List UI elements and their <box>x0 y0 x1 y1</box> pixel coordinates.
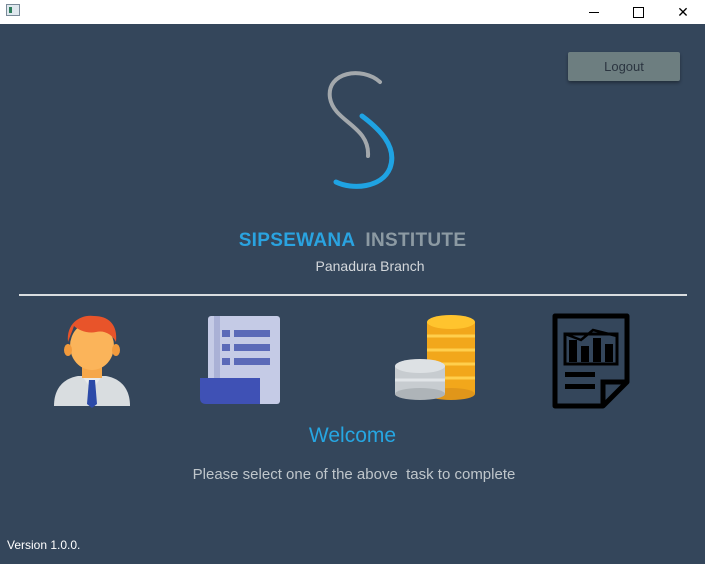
employee-icon <box>54 315 130 408</box>
minimize-button[interactable] <box>571 0 617 24</box>
task-employee[interactable] <box>52 312 132 408</box>
close-icon: ✕ <box>677 3 689 20</box>
window-title-bar: ✕ <box>0 0 705 24</box>
app-icon <box>6 4 20 16</box>
close-button[interactable]: ✕ <box>660 0 705 24</box>
task-reports[interactable] <box>551 312 633 410</box>
maximize-icon <box>632 6 644 18</box>
institute-logo-icon <box>327 71 395 189</box>
minimize-icon <box>589 11 599 13</box>
coins-icon <box>395 315 475 400</box>
institute-name: SIPSEWANA INSTITUTE <box>0 230 705 252</box>
main-panel: Logout SIPSEWANA INSTITUTE Panadura Branc… <box>0 24 705 564</box>
maximize-button[interactable] <box>615 0 661 24</box>
task-payments[interactable] <box>393 314 479 404</box>
welcome-instruction: Please select one of the above task to c… <box>192 466 516 483</box>
report-chart-icon <box>552 313 630 409</box>
brand-primary: SIPSEWANA <box>238 230 356 251</box>
welcome-title: Welcome <box>308 424 397 447</box>
logout-button[interactable]: Logout <box>568 52 680 81</box>
divider <box>19 294 687 296</box>
task-documents[interactable] <box>200 314 282 408</box>
brand-secondary: INSTITUTE <box>365 230 467 251</box>
version-label: Version 1.0.0. <box>7 538 81 552</box>
document-list-icon <box>200 316 280 404</box>
branch-name: Panadura Branch <box>315 258 425 274</box>
